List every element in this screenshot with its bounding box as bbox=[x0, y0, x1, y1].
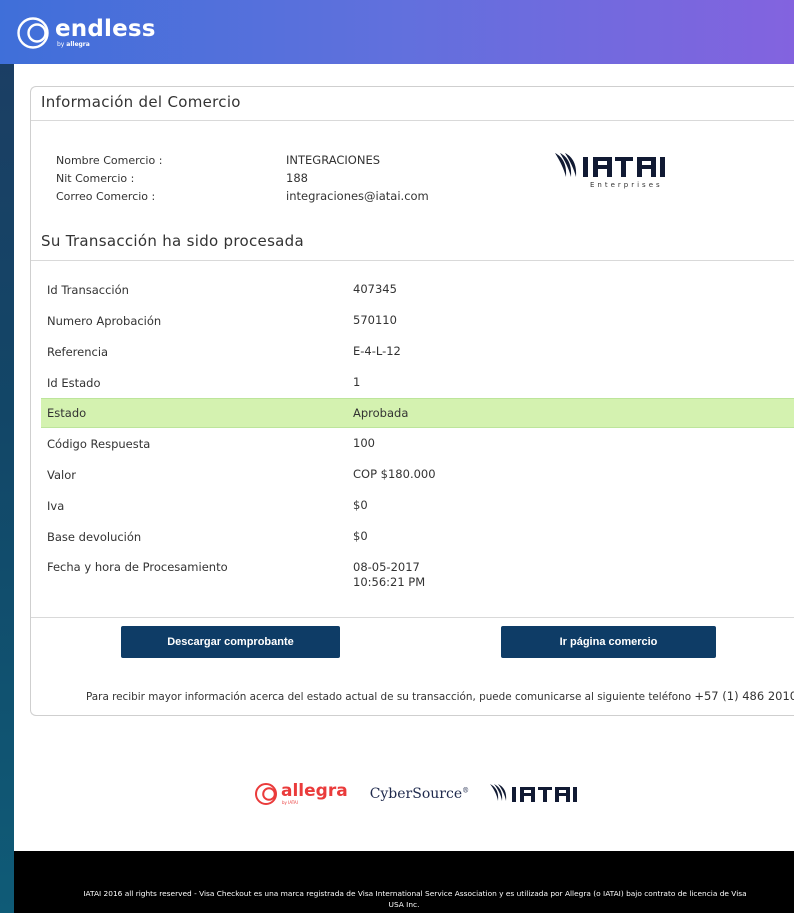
row-label: Estado bbox=[47, 406, 87, 420]
svg-text:Enterprises: Enterprises bbox=[590, 181, 663, 189]
phone-number: +57 (1) 486 2010. bbox=[694, 689, 794, 703]
merchant-email-value: integraciones@iatai.com bbox=[286, 189, 429, 203]
merchant-row: Correo Comercio : integraciones@iatai.co… bbox=[56, 187, 429, 205]
table-row: Id Transacción 407345 bbox=[41, 274, 794, 305]
table-row: Numero Aprobación 570110 bbox=[41, 305, 794, 336]
divider bbox=[31, 120, 794, 121]
iatai-logo-small bbox=[490, 784, 578, 802]
allegra-logo-icon bbox=[255, 783, 277, 805]
row-value: 08-05-2017 10:56:21 PM bbox=[353, 560, 426, 589]
footer: IATAI 2016 all rights reserved - Visa Ch… bbox=[14, 851, 794, 913]
merchant-section-title: Información del Comercio bbox=[41, 93, 241, 111]
brand-subtitle: by allegra bbox=[57, 41, 90, 48]
left-edge-strip bbox=[0, 0, 14, 913]
table-row: Fecha y hora de Procesamiento 08-05-2017… bbox=[41, 552, 794, 604]
row-value: 407345 bbox=[353, 282, 397, 296]
merchant-email-label: Correo Comercio : bbox=[56, 189, 156, 203]
row-value: $0 bbox=[353, 529, 368, 543]
row-value: $0 bbox=[353, 498, 368, 512]
row-label: Iva bbox=[47, 498, 65, 513]
merchant-name-label: Nombre Comercio : bbox=[56, 153, 163, 167]
row-label: Id Estado bbox=[47, 375, 101, 390]
cybersource-logo: CyberSource® bbox=[369, 786, 470, 802]
transaction-details-table: Id Transacción 407345 Numero Aprobación … bbox=[41, 274, 794, 604]
row-value: 1 bbox=[353, 375, 361, 389]
row-value: COP $180.000 bbox=[353, 467, 436, 481]
allegra-logo: allegra by IATAI bbox=[254, 782, 348, 806]
status-value: Aprobada bbox=[353, 405, 409, 420]
merchant-nit-label: Nit Comercio : bbox=[56, 171, 135, 185]
row-label: Numero Aprobación bbox=[47, 313, 162, 328]
row-label: Valor bbox=[47, 467, 76, 482]
merchant-info: Nombre Comercio : INTEGRACIONES Nit Come… bbox=[56, 151, 429, 205]
endless-logo-icon bbox=[17, 17, 49, 49]
allegra-sub: by IATAI bbox=[282, 800, 298, 805]
partner-logos: allegra by IATAI CyberSource® bbox=[254, 781, 585, 807]
table-row: Id Estado 1 bbox=[41, 367, 794, 398]
row-label: Código Respuesta bbox=[47, 436, 151, 451]
top-header: endless by allegra bbox=[0, 0, 794, 64]
row-value: 570110 bbox=[353, 313, 397, 327]
table-row: Iva $0 bbox=[41, 490, 794, 521]
allegra-word: allegra bbox=[281, 781, 348, 801]
row-value: E-4-L-12 bbox=[353, 344, 401, 358]
divider bbox=[31, 260, 794, 261]
go-to-merchant-button[interactable]: Ir página comercio bbox=[501, 626, 716, 658]
transaction-section-title: Su Transacción ha sido procesada bbox=[41, 232, 304, 250]
iatai-enterprises-logo: Enterprises bbox=[555, 153, 665, 189]
main-content: Información del Comercio Nombre Comercio… bbox=[14, 64, 794, 851]
status-row-approved: Estado Aprobada bbox=[41, 398, 794, 428]
merchant-name-value: INTEGRACIONES bbox=[286, 153, 381, 167]
row-label: Id Transacción bbox=[47, 282, 129, 297]
table-row: Referencia E-4-L-12 bbox=[41, 336, 794, 367]
endless-logo[interactable]: endless by allegra bbox=[16, 12, 156, 54]
merchant-row: Nit Comercio : 188 bbox=[56, 169, 429, 187]
merchant-row: Nombre Comercio : INTEGRACIONES bbox=[56, 151, 429, 169]
contact-info-text: Para recibir mayor información acerca de… bbox=[86, 689, 794, 703]
row-label: Fecha y hora de Procesamiento bbox=[47, 560, 228, 574]
footer-copyright-line2: USA Inc. bbox=[388, 900, 420, 909]
divider bbox=[31, 617, 794, 618]
merchant-nit-value: 188 bbox=[286, 171, 308, 185]
table-row: Base devolución $0 bbox=[41, 521, 794, 552]
row-label: Referencia bbox=[47, 344, 109, 359]
transaction-card: Información del Comercio Nombre Comercio… bbox=[30, 86, 794, 716]
table-row: Código Respuesta 100 bbox=[41, 428, 794, 459]
info-message: Para recibir mayor información acerca de… bbox=[86, 691, 692, 703]
row-value: 100 bbox=[353, 436, 375, 450]
footer-copyright: IATAI 2016 all rights reserved - Visa Ch… bbox=[83, 889, 747, 898]
download-receipt-button[interactable]: Descargar comprobante bbox=[121, 626, 340, 658]
table-row: Valor COP $180.000 bbox=[41, 459, 794, 490]
brand-name: endless bbox=[55, 16, 156, 42]
row-label: Base devolución bbox=[47, 529, 142, 544]
